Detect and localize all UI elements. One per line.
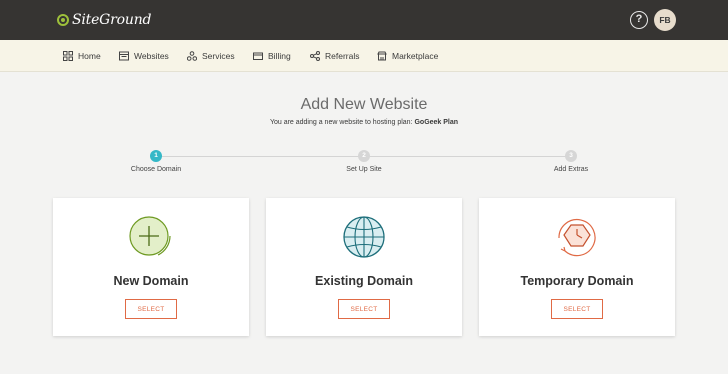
nav-item-websites[interactable]: Websites: [119, 40, 169, 72]
temporary-domain-card[interactable]: Temporary Domain SELECT: [479, 198, 675, 336]
card-icon: [253, 52, 263, 60]
step-1-label: Choose Domain: [130, 166, 182, 173]
nav-item-services[interactable]: Services: [187, 40, 235, 72]
step-2-indicator: 2: [358, 150, 370, 162]
nav-item-home[interactable]: Home: [63, 40, 101, 72]
logo-icon: [57, 14, 69, 26]
select-existing-domain-button[interactable]: SELECT: [338, 299, 390, 319]
brand-name: SiteGround: [72, 12, 152, 28]
nav-item-marketplace[interactable]: Marketplace: [377, 40, 438, 72]
globe-icon: [343, 216, 385, 258]
page-title: Add New Website: [300, 96, 428, 113]
plan-name: GoGeek Plan: [414, 119, 459, 126]
siteground-logo[interactable]: SiteGround: [57, 10, 151, 30]
cluster-icon: [187, 51, 197, 61]
nav-label: Websites: [134, 51, 169, 61]
card-title: Temporary Domain: [520, 274, 634, 288]
nav-label: Referrals: [325, 51, 360, 61]
step-2-label: Set Up Site: [346, 166, 382, 173]
top-bar: SiteGround ? FB: [0, 0, 728, 40]
browser-icon: [119, 51, 129, 61]
store-icon: [377, 51, 387, 61]
nav-label: Billing: [268, 51, 291, 61]
nav-label: Services: [202, 51, 235, 61]
new-domain-card[interactable]: New Domain SELECT: [53, 198, 249, 336]
share-icon: [310, 51, 320, 61]
step-1-indicator: 1: [150, 150, 162, 162]
nav-label: Home: [78, 51, 101, 61]
page-subtitle: You are adding a new website to hosting …: [0, 119, 728, 126]
nav-item-billing[interactable]: Billing: [253, 40, 291, 72]
card-title: Existing Domain: [315, 274, 413, 288]
grid-icon: [63, 51, 73, 61]
plus-circle-icon: [129, 216, 171, 256]
subtitle-text: You are adding a new website to hosting …: [269, 119, 413, 126]
main-nav: Home Websites Services Billing Referrals…: [0, 40, 728, 72]
select-new-domain-button[interactable]: SELECT: [125, 299, 177, 319]
nav-label: Marketplace: [392, 51, 439, 61]
help-button[interactable]: ?: [630, 11, 648, 29]
clock-icon: [558, 218, 596, 257]
step-3-indicator: 3: [565, 150, 577, 162]
select-temporary-domain-button[interactable]: SELECT: [551, 299, 603, 319]
existing-domain-card[interactable]: Existing Domain SELECT: [266, 198, 462, 336]
user-avatar[interactable]: FB: [654, 9, 676, 31]
nav-item-referrals[interactable]: Referrals: [310, 40, 359, 72]
step-3-label: Add Extras: [553, 166, 589, 173]
card-title: New Domain: [113, 274, 189, 288]
